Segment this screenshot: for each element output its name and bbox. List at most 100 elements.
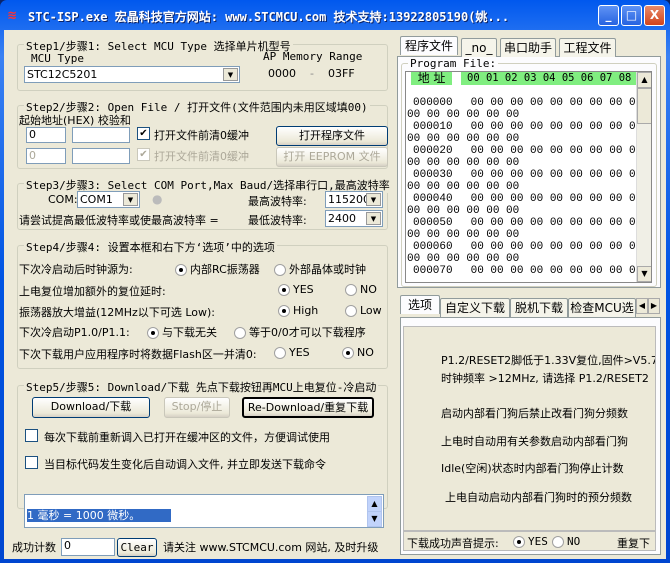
- radio-icon[interactable]: [513, 536, 525, 548]
- start-address-label: 起始地址(HEX) 校验和: [19, 114, 131, 127]
- min-baud-select[interactable]: 2400 ▼: [325, 210, 383, 227]
- step4-option-radio[interactable]: 内部RC振荡器: [175, 261, 260, 277]
- close-button[interactable]: X: [644, 5, 665, 26]
- ap-dash: -: [310, 67, 314, 80]
- eeprom-checksum-input[interactable]: [72, 148, 130, 164]
- hex-address: 000040: [413, 193, 453, 205]
- log-textarea[interactable]: 1 毫秒 = 1000 微秒。 ▲ ▼: [24, 494, 384, 528]
- baud-hint: 请尝试提高最低波特率或使最高波特率 =: [19, 214, 219, 227]
- com-label: COM:: [48, 193, 78, 206]
- max-baud-select[interactable]: 115200 ▼: [325, 191, 383, 208]
- mcu-type-select[interactable]: STC12C5201 ▼: [24, 66, 240, 83]
- chevron-down-icon[interactable]: ▼: [366, 193, 381, 206]
- tab-scroll-right-button[interactable]: ▶: [648, 298, 660, 314]
- repeat-label: 重复下: [617, 537, 650, 550]
- minimize-button[interactable]: _: [598, 5, 619, 26]
- step4-option-radio[interactable]: 外部晶体或时钟: [274, 261, 366, 277]
- redownload-button[interactable]: Re-Download/重复下载: [242, 397, 374, 418]
- scroll-up-button[interactable]: ▲: [367, 496, 382, 512]
- success-count-input[interactable]: 0: [61, 538, 115, 556]
- mcu-type-value: STC12C5201: [27, 68, 98, 81]
- chevron-down-icon[interactable]: ▼: [123, 193, 138, 206]
- tab-scroll-left-button[interactable]: ◀: [636, 298, 648, 314]
- option-line: 上电自动启动内部看门狗时的预分频数: [445, 491, 632, 504]
- mcu-type-label: MCU Type: [31, 52, 84, 65]
- success-count-label: 成功计数: [12, 541, 56, 554]
- website-notice: 请关注 www.STCMCU.com 网站, 及时升级: [163, 541, 379, 554]
- clear-eeprom-buffer-checkbox[interactable]: ✔: [137, 148, 150, 161]
- radio-icon[interactable]: [274, 264, 286, 276]
- scroll-up-button[interactable]: ▲: [637, 72, 651, 88]
- radio-icon[interactable]: [147, 327, 159, 339]
- sound-no-label: NO: [567, 535, 581, 548]
- scroll-thumb[interactable]: [637, 88, 651, 124]
- step4-row-label: 下次冷启动后时钟源为:: [19, 263, 133, 276]
- hex-row-continued: 00 00 00 00 00 00: [407, 157, 520, 169]
- tab-option-3[interactable]: 检查MCU选: [568, 298, 636, 317]
- option-line: 启动内部看门狗后禁止改看门狗分频数: [441, 407, 628, 420]
- clear-buffer-checkbox[interactable]: ✔: [137, 127, 150, 140]
- tab-program-2[interactable]: 串口助手: [500, 38, 556, 57]
- tab-option-1[interactable]: 自定义下载: [440, 298, 510, 317]
- scroll-down-button[interactable]: ▼: [637, 266, 651, 282]
- hex-bytes: 00 00 00 00 00 00 00 00 0: [470, 217, 636, 229]
- radio-icon[interactable]: [274, 347, 286, 359]
- step4-option-radio[interactable]: NO: [342, 346, 374, 359]
- radio-icon[interactable]: [278, 284, 290, 296]
- hex-row-continued: 00 00 00 00 00 00: [407, 109, 520, 121]
- radio-icon[interactable]: [234, 327, 246, 339]
- auto-reload-checkbox[interactable]: [25, 456, 38, 469]
- tab-program-0[interactable]: 程序文件: [400, 36, 458, 55]
- download-button[interactable]: Download/下载: [32, 397, 150, 418]
- hex-address: 000060: [413, 241, 453, 253]
- ap-end: 03FF: [328, 67, 355, 80]
- clear-button[interactable]: Clear: [117, 538, 157, 557]
- radio-icon[interactable]: [175, 264, 187, 276]
- step4-option-radio[interactable]: 与下载无关: [147, 324, 217, 340]
- app-icon: ≋: [7, 8, 18, 22]
- reload-file-label: 每次下载前重新调入已打开在缓冲区的文件，方便调试使用: [44, 431, 330, 444]
- sound-yes-radio[interactable]: YES: [513, 535, 548, 548]
- stop-button[interactable]: Stop/停止: [164, 397, 230, 418]
- step4-option-radio[interactable]: 等于0/0才可以下载程序: [234, 324, 366, 340]
- open-eeprom-file-button[interactable]: 打开 EEPROM 文件: [276, 147, 388, 167]
- radio-icon[interactable]: [345, 305, 357, 317]
- step4-row-label: 振荡器放大增益(12MHz以下可选 Low):: [19, 306, 215, 319]
- step4-option-radio[interactable]: YES: [274, 346, 310, 359]
- checksum-input[interactable]: [72, 127, 130, 143]
- hex-row: 000050 00 00 00 00 00 00 00 00 0: [407, 217, 636, 229]
- client-area: Step1/步骤1: Select MCU Type 选择单片机型号 MCU T…: [4, 30, 666, 559]
- step4-option-radio[interactable]: High: [278, 304, 318, 317]
- step4-option-radio[interactable]: NO: [345, 283, 377, 296]
- tab-program-1[interactable]: _no_: [461, 38, 497, 57]
- option-line: 上电时自动用有关参数启动内部看门狗: [441, 435, 628, 448]
- log-selected-text: 1 毫秒 = 1000 微秒。: [27, 509, 171, 522]
- radio-icon[interactable]: [345, 284, 357, 296]
- step4-option-radio[interactable]: Low: [345, 304, 382, 317]
- ap-start: 0000: [268, 67, 296, 80]
- scroll-down-button[interactable]: ▼: [367, 511, 382, 527]
- step4-option-radio[interactable]: YES: [278, 283, 314, 296]
- radio-icon[interactable]: [552, 536, 564, 548]
- hex-row: 000010 00 00 00 00 00 00 00 00 0: [407, 121, 636, 133]
- hex-address: 000030: [413, 169, 453, 181]
- eeprom-address-input[interactable]: 0: [26, 148, 66, 164]
- tab-option-0[interactable]: 选项: [400, 295, 440, 314]
- start-address-input[interactable]: 0: [26, 127, 66, 143]
- com-port-select[interactable]: COM1 ▼: [77, 191, 140, 208]
- status-led-icon: ●: [152, 192, 163, 206]
- reload-file-checkbox[interactable]: [25, 429, 38, 442]
- chevron-down-icon[interactable]: ▼: [366, 212, 381, 225]
- maximize-button[interactable]: □: [621, 5, 642, 26]
- step4-row-label: 下次下载用户应用程序时将数据Flash区一并清0:: [19, 348, 257, 361]
- max-baud-value: 115200: [328, 193, 370, 206]
- hex-view[interactable]: 地 址 00 01 02 03 04 05 06 07 08 0 000000 0…: [405, 71, 652, 283]
- sound-no-radio[interactable]: NO: [552, 535, 580, 548]
- radio-icon[interactable]: [278, 305, 290, 317]
- tab-program-3[interactable]: 工程文件: [559, 38, 616, 57]
- radio-icon[interactable]: [342, 347, 354, 359]
- tab-option-2[interactable]: 脱机下载: [510, 298, 568, 317]
- chevron-down-icon[interactable]: ▼: [223, 68, 238, 81]
- hex-scrollbar[interactable]: ▲ ▼: [636, 72, 651, 282]
- open-program-file-button[interactable]: 打开程序文件: [276, 126, 388, 146]
